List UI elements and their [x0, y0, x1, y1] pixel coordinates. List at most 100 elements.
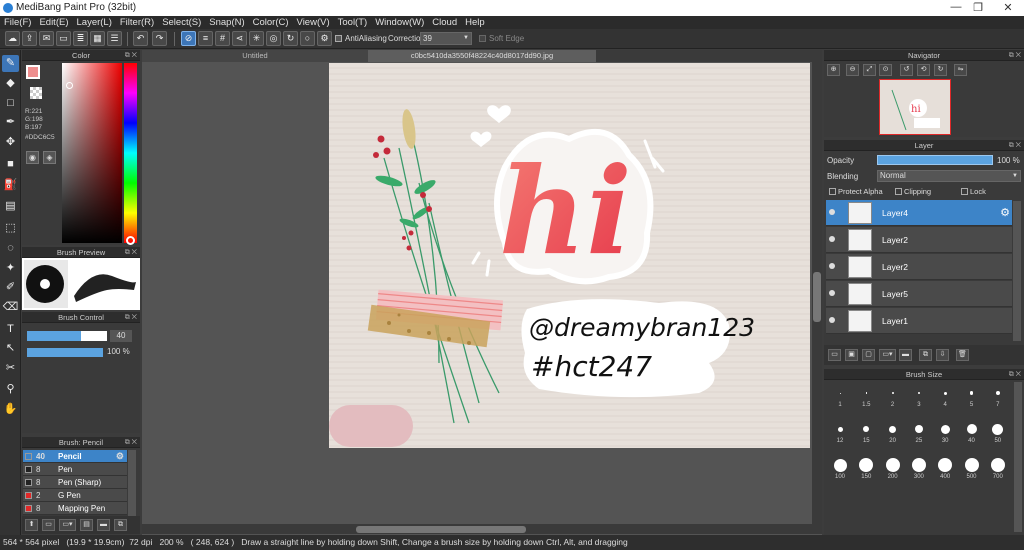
select-pen-tool-icon[interactable]: ✐ [2, 279, 19, 296]
layer-row[interactable]: Layer2 [826, 227, 1012, 253]
brush-list-scrollbar[interactable] [128, 450, 136, 516]
layer-row[interactable]: Layer4 ⚙ [826, 200, 1012, 226]
antialiasing-checkbox[interactable] [335, 35, 342, 42]
brush-size-cell[interactable]: 30 [932, 420, 958, 444]
tab-image[interactable]: c0bc5410da3550f48224c40d8017dd90.jpg [368, 50, 596, 62]
brush-item[interactable]: 8 Mapping Pen [23, 502, 127, 515]
brush-properties-icon[interactable]: ▤ [80, 519, 93, 531]
hue-slider[interactable] [124, 63, 137, 243]
hue-handle[interactable] [126, 236, 135, 245]
horizontal-scrollbar[interactable] [142, 524, 822, 534]
fill-rect-tool-icon[interactable]: ■ [2, 156, 19, 173]
magic-wand-tool-icon[interactable]: ✦ [2, 260, 19, 277]
shape-tool-icon[interactable]: □ [2, 95, 19, 112]
rotate-left-icon[interactable]: ↺ [900, 64, 913, 76]
tab-untitled[interactable]: Untitled [142, 50, 368, 62]
page-icon[interactable]: ▭ [56, 31, 71, 46]
grid-doc-icon[interactable]: ▦ [90, 31, 105, 46]
brush-size-cell[interactable]: 20 [880, 420, 906, 444]
select-eraser-tool-icon[interactable]: ⌫ [2, 299, 19, 316]
brush-size-cell[interactable]: 12 [827, 420, 853, 444]
visibility-eye-icon[interactable] [829, 317, 835, 323]
brush-opacity-slider[interactable] [27, 348, 103, 357]
close-button[interactable]: ✕ [996, 1, 1020, 14]
add-brush-icon[interactable]: ⬆ [25, 519, 38, 531]
gear-icon[interactable]: ⚙ [116, 450, 124, 463]
brush-size-cell[interactable]: 700 [985, 456, 1011, 480]
panel-close-icon[interactable]: ⧉ ✕ [125, 50, 137, 61]
gear-icon[interactable]: ⚙ [1000, 206, 1010, 219]
brush-size-value[interactable]: 40 [110, 330, 132, 342]
flip-icon[interactable]: ⇋ [954, 64, 967, 76]
brush-size-cell[interactable]: 25 [906, 420, 932, 444]
brush-size-scrollbar[interactable] [1014, 382, 1022, 532]
lasso-tool-icon[interactable]: ◌ [2, 240, 19, 257]
visibility-eye-icon[interactable] [829, 263, 835, 269]
actual-size-icon[interactable]: ⊙ [879, 64, 892, 76]
new-layer-icon[interactable]: ▭ [828, 349, 841, 361]
menu-color[interactable]: Color(C) [249, 16, 293, 29]
panel-close-icon[interactable]: ⧉ ✕ [125, 437, 137, 448]
brush-size-cell[interactable]: 50 [985, 420, 1011, 444]
new-brush-icon[interactable]: ▭ [42, 519, 55, 531]
brush-size-cell[interactable]: 5 [959, 384, 985, 408]
palette-icon[interactable]: ◉ [26, 151, 39, 164]
clipping-checkbox[interactable] [895, 188, 902, 195]
panel-close-icon[interactable]: ⧉ ✕ [1009, 369, 1021, 380]
brush-size-cell[interactable]: 500 [959, 456, 985, 480]
brush-item[interactable]: 8 Pen (Sharp) [23, 476, 127, 489]
visibility-eye-icon[interactable] [829, 209, 835, 215]
fit-screen-icon[interactable]: ⤢ [863, 64, 876, 76]
brush-size-cell[interactable]: 40 [959, 420, 985, 444]
lock-checkbox[interactable] [961, 188, 968, 195]
new-1bit-layer-icon[interactable]: ▢ [862, 349, 875, 361]
divide-tool-icon[interactable]: ✂ [2, 360, 19, 377]
vertical-scroll-thumb[interactable] [813, 272, 821, 322]
layer-row[interactable]: Layer1 [826, 308, 1012, 334]
bucket-tool-icon[interactable]: ⛽ [2, 177, 19, 194]
layer-folder-icon[interactable]: ▬ [899, 349, 912, 361]
pen-nib-tool-icon[interactable]: ✒ [2, 114, 19, 131]
brush-size-cell[interactable]: 15 [853, 420, 879, 444]
brush-menu-icon[interactable]: ▭▾ [59, 519, 76, 531]
brush-item[interactable]: 8 Pen [23, 463, 127, 476]
visibility-eye-icon[interactable] [829, 290, 835, 296]
brush-item[interactable]: 2 G Pen [23, 489, 127, 502]
zoom-out-icon[interactable]: ⊖ [846, 64, 859, 76]
layer-opacity-slider[interactable] [877, 155, 993, 165]
select-rect-tool-icon[interactable]: ⬚ [2, 220, 19, 237]
radial-snap-icon[interactable]: ✳ [249, 31, 264, 46]
brush-size-cell[interactable]: 1 [827, 384, 853, 408]
undo-icon[interactable]: ↶ [133, 31, 148, 46]
document-icon[interactable]: ≣ [73, 31, 88, 46]
menu-file[interactable]: File(F) [0, 16, 35, 29]
hand-tool-icon[interactable]: ✋ [2, 401, 19, 418]
layer-list-scrollbar[interactable] [1013, 201, 1021, 341]
foreground-color-swatch[interactable] [26, 65, 40, 79]
panel-close-icon[interactable]: ⧉ ✕ [1009, 50, 1021, 61]
delete-layer-icon[interactable]: 🗑 [956, 349, 969, 361]
parallel-snap-icon[interactable]: ≡ [198, 31, 213, 46]
snap-off-icon[interactable]: ⊘ [181, 31, 196, 46]
brush-size-cell[interactable]: 3 [906, 384, 932, 408]
eyedropper-tool-icon[interactable]: ⚲ [2, 381, 19, 398]
correction-select[interactable]: 39 ▼ [420, 32, 472, 45]
brush-item[interactable]: 40 Pencil ⚙ [23, 450, 127, 463]
panel-close-icon[interactable]: ⧉ ✕ [125, 247, 137, 258]
eraser-tool-icon[interactable]: ◆ [2, 75, 19, 92]
menu-filter[interactable]: Filter(R) [116, 16, 158, 29]
panel-close-icon[interactable]: ⧉ ✕ [125, 312, 137, 323]
menu-edit[interactable]: Edit(E) [35, 16, 72, 29]
navigator-preview[interactable]: hi [879, 79, 951, 135]
perspective-snap-icon[interactable]: ⋖ [232, 31, 247, 46]
brush-size-cell[interactable]: 1.5 [853, 384, 879, 408]
redo-icon[interactable]: ↷ [152, 31, 167, 46]
menu-view[interactable]: View(V) [293, 16, 334, 29]
gradient-tool-icon[interactable]: ▤ [2, 198, 19, 215]
document-canvas[interactable]: hi @dreamybran123 #hct247 [329, 63, 810, 448]
layer-menu-icon[interactable]: ▭▾ [879, 349, 896, 361]
brush-size-cell[interactable]: 300 [906, 456, 932, 480]
operation-tool-icon[interactable]: ↖ [2, 340, 19, 357]
menu-layer[interactable]: Layer(L) [73, 16, 116, 29]
brush-folder-icon[interactable]: ▬ [97, 519, 110, 531]
